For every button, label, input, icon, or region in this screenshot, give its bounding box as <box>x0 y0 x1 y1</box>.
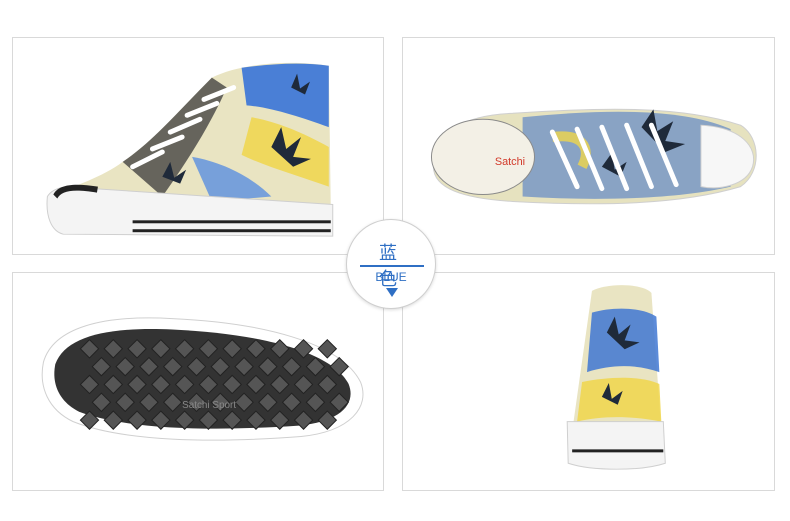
photo-sole-view: Satchi Sport <box>12 272 384 491</box>
photo-side-view <box>12 37 384 255</box>
photo-back-view <box>402 272 775 491</box>
shoe-top-image: Satchi <box>430 108 757 205</box>
insole-text: Satchi <box>495 156 525 168</box>
shoe-sole-image: Satchi Sport <box>41 317 364 441</box>
shoe-back-image <box>566 285 666 470</box>
shoe-side-image <box>46 62 334 237</box>
badge-divider <box>360 265 424 267</box>
down-triangle-icon <box>386 288 398 297</box>
photo-top-view: Satchi <box>402 37 775 255</box>
sole-brand-text: Satchi Sport <box>182 400 236 411</box>
color-badge: 蓝 色 BLUE <box>346 219 436 309</box>
color-label-english: BLUE <box>375 270 407 284</box>
